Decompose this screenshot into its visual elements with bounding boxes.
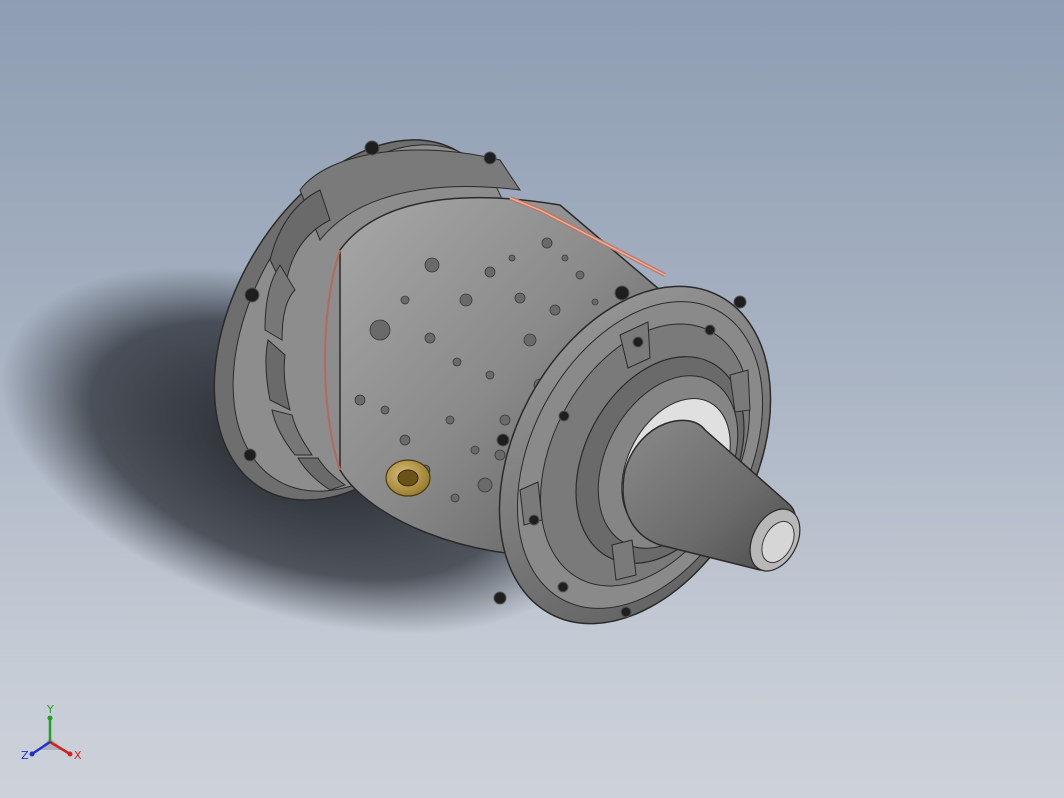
y-axis-label: Y [46, 703, 54, 716]
graphics-viewport[interactable]: Y X Z [0, 0, 1064, 798]
x-axis-label: X [74, 749, 82, 762]
z-axis-label: Z [21, 749, 29, 762]
jet-engine-model[interactable] [0, 0, 1064, 798]
triad-svg: Y X Z [21, 703, 82, 762]
brass-fitting[interactable] [385, 459, 431, 497]
view-orientation-triad[interactable]: Y X Z [18, 700, 88, 770]
